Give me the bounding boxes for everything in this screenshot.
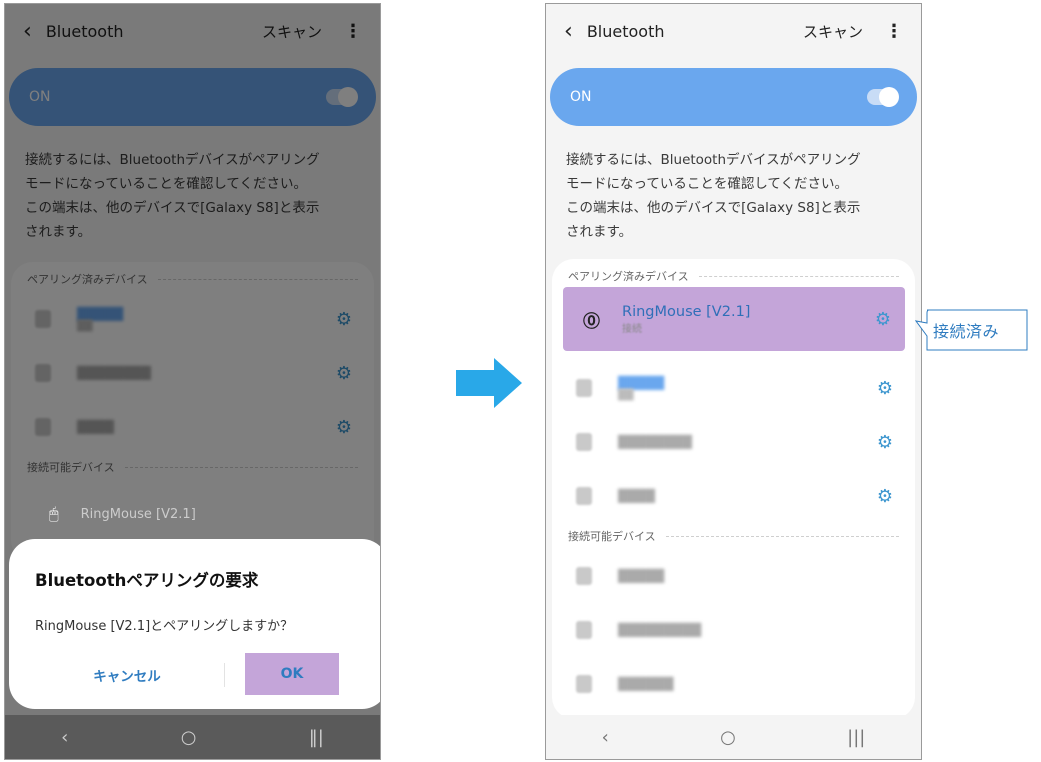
button-divider bbox=[224, 663, 225, 687]
system-nav-bar: ‹ ○ ‖︎| bbox=[5, 715, 380, 759]
system-nav-bar: ‹ ○ ||| bbox=[546, 715, 921, 759]
nav-recents-icon[interactable]: ||| bbox=[847, 727, 865, 748]
device-icon bbox=[576, 567, 592, 585]
available-device-row[interactable]: █████████ bbox=[552, 603, 915, 657]
device-icon bbox=[576, 487, 592, 505]
available-device-row[interactable]: ██████ bbox=[552, 657, 915, 711]
paired-device-row[interactable]: ████████ ⚙ bbox=[552, 415, 915, 469]
switch-knob bbox=[879, 87, 899, 107]
dialog-title: Bluetoothペアリングの要求 bbox=[35, 571, 259, 590]
callout-label: 接続済み bbox=[933, 322, 1000, 341]
kebab-menu-icon[interactable]: ⋮ bbox=[885, 21, 903, 42]
pairing-dialog: Bluetoothペアリングの要求 RingMouse [V2.1]とペアリング… bbox=[9, 539, 380, 709]
nav-back-icon[interactable]: ‹ bbox=[602, 727, 609, 748]
available-device-row[interactable]: █████ bbox=[552, 549, 915, 603]
cancel-button[interactable]: キャンセル bbox=[77, 657, 177, 693]
left-phone-screen: ‹ Bluetooth スキャン ⋮ ON 接続するには、Bluetoothデバ… bbox=[4, 3, 381, 760]
info-line: 接続するには、Bluetoothデバイスがペアリング bbox=[566, 152, 861, 168]
info-line: この端末は、他のデバイスで[Galaxy S8]と表示 bbox=[566, 200, 861, 216]
ok-button[interactable]: OK bbox=[245, 653, 339, 695]
gear-icon[interactable]: ⚙ bbox=[877, 432, 893, 453]
device-icon bbox=[576, 621, 592, 639]
available-section-header: 接続可能デバイス bbox=[552, 523, 915, 549]
right-arrow-icon bbox=[456, 358, 522, 408]
available-device-name: RingMouse [V2.1] bbox=[80, 506, 196, 522]
nav-back-icon[interactable]: ‹ bbox=[61, 727, 68, 748]
mouse-icon: ⓪ bbox=[583, 311, 600, 332]
paired-section-header: ペアリング済みデバイス bbox=[552, 263, 915, 289]
device-icon bbox=[576, 433, 592, 451]
toggle-label: ON bbox=[570, 89, 592, 105]
right-phone-screen: ‹ Bluetooth スキャン ⋮ ON 接続するには、Bluetoothデバ… bbox=[545, 3, 922, 760]
gear-icon[interactable]: ⚙ bbox=[875, 309, 891, 330]
available-header-label: 接続可能デバイス bbox=[568, 530, 656, 543]
paired-header-label: ペアリング済みデバイス bbox=[568, 270, 689, 283]
connected-device-row[interactable]: ⓪ RingMouse [V2.1] 接続 ⚙ bbox=[563, 287, 905, 351]
top-bar: ‹ Bluetooth スキャン ⋮ bbox=[546, 4, 921, 59]
scan-button[interactable]: スキャン bbox=[803, 21, 863, 42]
nav-recents-icon[interactable]: ‖︎| bbox=[309, 727, 324, 748]
paired-device-row[interactable]: ███████ ⚙ bbox=[552, 361, 915, 415]
bluetooth-switch[interactable] bbox=[867, 87, 899, 107]
back-icon[interactable]: ‹ bbox=[564, 20, 573, 43]
info-line: されます。 bbox=[566, 224, 633, 240]
connected-device-status: 接続 bbox=[622, 323, 642, 335]
info-line: モードになっていることを確認してください。 bbox=[566, 176, 849, 192]
mouse-icon: 🖱︎ bbox=[49, 504, 59, 523]
connected-device-name: RingMouse [V2.1] bbox=[622, 303, 751, 320]
device-icon bbox=[576, 379, 592, 397]
gear-icon[interactable]: ⚙ bbox=[877, 378, 893, 399]
gear-icon[interactable]: ⚙ bbox=[877, 486, 893, 507]
dialog-message: RingMouse [V2.1]とペアリングしますか？ bbox=[35, 619, 294, 634]
paired-device-row[interactable]: ████ ⚙ bbox=[552, 469, 915, 523]
available-device-row[interactable]: 🖱︎ RingMouse [V2.1] bbox=[5, 504, 380, 524]
nav-home-icon[interactable]: ○ bbox=[181, 727, 197, 748]
info-text: 接続するには、Bluetoothデバイスがペアリング モードになっていることを確… bbox=[566, 148, 907, 244]
device-icon bbox=[576, 675, 592, 693]
bluetooth-toggle-bar[interactable]: ON bbox=[550, 68, 917, 126]
nav-home-icon[interactable]: ○ bbox=[720, 727, 736, 748]
page-title: Bluetooth bbox=[586, 22, 665, 41]
